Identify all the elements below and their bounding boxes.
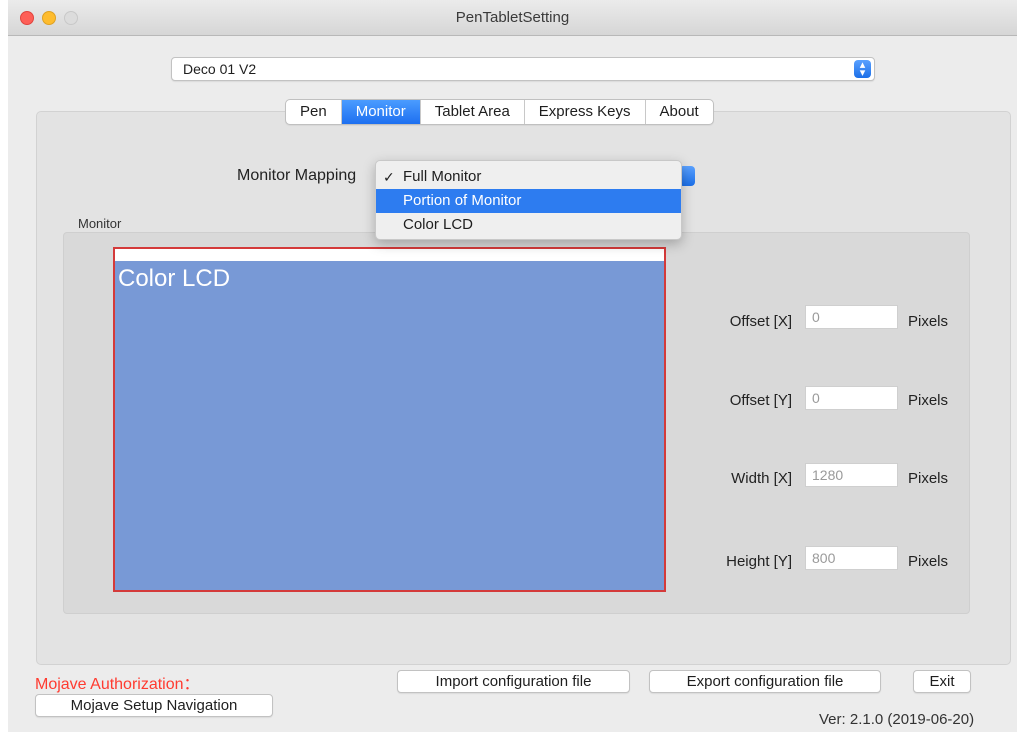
device-select[interactable]: Deco 01 V2 ▴ ▾ — [171, 57, 875, 81]
updown-chevron-icon: ▴ ▾ — [854, 60, 871, 79]
height-y-input[interactable] — [805, 546, 898, 570]
height-y-label: Height [Y] — [726, 553, 792, 570]
width-x-label: Width [X] — [731, 470, 792, 487]
import-config-button[interactable]: Import configuration file — [397, 670, 630, 693]
monitor-display-name: Color LCD — [118, 265, 231, 292]
offset-x-input[interactable] — [805, 305, 898, 329]
tab-pen[interactable]: Pen — [286, 100, 342, 124]
width-x-input[interactable] — [805, 463, 898, 487]
menu-item-color-lcd[interactable]: Color LCD — [376, 213, 681, 237]
tab-about[interactable]: About — [646, 100, 713, 124]
title-bar: PenTabletSetting — [8, 0, 1017, 36]
monitor-mapping-label: Monitor Mapping — [237, 167, 357, 184]
version-label: Ver: 2.1.0 (2019-06-20) — [819, 711, 975, 728]
tab-tablet-area[interactable]: Tablet Area — [421, 100, 525, 124]
monitor-mapping-menu: ✓ Full Monitor Portion of Monitor Color … — [375, 160, 682, 240]
offset-y-input[interactable] — [805, 386, 898, 410]
window-title: PenTabletSetting — [455, 9, 570, 26]
mojave-setup-navigation-button[interactable]: Mojave Setup Navigation — [35, 694, 273, 717]
export-config-button[interactable]: Export configuration file — [649, 670, 881, 693]
width-x-unit: Pixels — [908, 470, 949, 487]
exit-button[interactable]: Exit — [913, 670, 971, 693]
offset-x-unit: Pixels — [908, 313, 949, 330]
monitor-mapping-area[interactable]: Color LCD — [113, 247, 666, 592]
height-y-unit: Pixels — [908, 553, 949, 570]
tab-express-keys[interactable]: Express Keys — [525, 100, 646, 124]
checkmark-icon: ✓ — [383, 169, 395, 185]
app-window: PenTabletSetting Deco 01 V2 ▴ ▾ Pen Monit… — [8, 0, 1017, 732]
mojave-authorization-label: Mojave Authorization： — [35, 676, 200, 693]
menu-item-label: Portion of Monitor — [403, 192, 522, 209]
menu-item-label: Color LCD — [403, 216, 474, 233]
menu-item-full-monitor[interactable]: ✓ Full Monitor — [376, 165, 681, 189]
offset-x-label: Offset [X] — [729, 313, 792, 330]
monitor-menu-bar — [115, 249, 664, 261]
monitor-group-label: Monitor — [78, 216, 122, 231]
menu-item-portion-of-monitor[interactable]: Portion of Monitor — [376, 189, 681, 213]
offset-y-unit: Pixels — [908, 392, 949, 409]
device-select-value: Deco 01 V2 — [183, 61, 257, 77]
offset-y-label: Offset [Y] — [729, 392, 792, 409]
menu-item-label: Full Monitor — [403, 168, 482, 185]
tab-bar: Pen Monitor Tablet Area Express Keys Abo… — [285, 99, 714, 125]
tab-monitor[interactable]: Monitor — [341, 100, 421, 124]
